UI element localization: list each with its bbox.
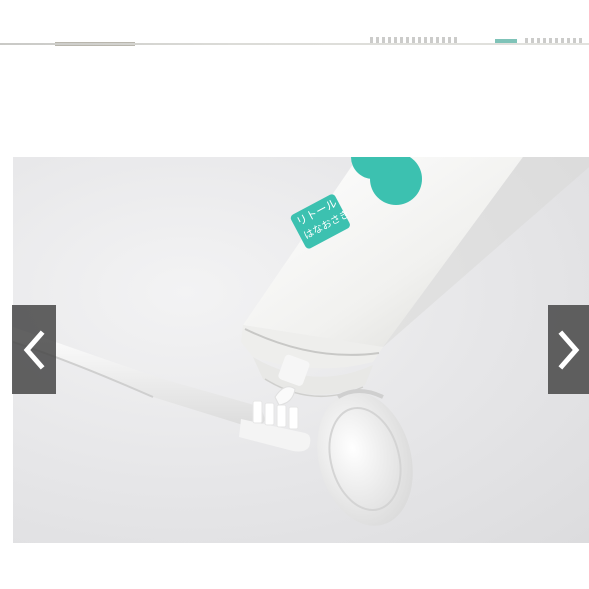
tube-flip-cap (317, 389, 413, 526)
chevron-left-icon (23, 329, 45, 370)
chevron-right-icon (557, 329, 579, 370)
toothpaste-tube: リトール はなおさき (241, 157, 589, 398)
previous-image-button[interactable] (12, 305, 56, 394)
product-photo: リトール はなおさき (13, 157, 589, 543)
previous-image-strip (0, 0, 589, 46)
next-image-button[interactable] (548, 305, 589, 394)
gallery-page: リトール はなおさき (0, 0, 589, 589)
